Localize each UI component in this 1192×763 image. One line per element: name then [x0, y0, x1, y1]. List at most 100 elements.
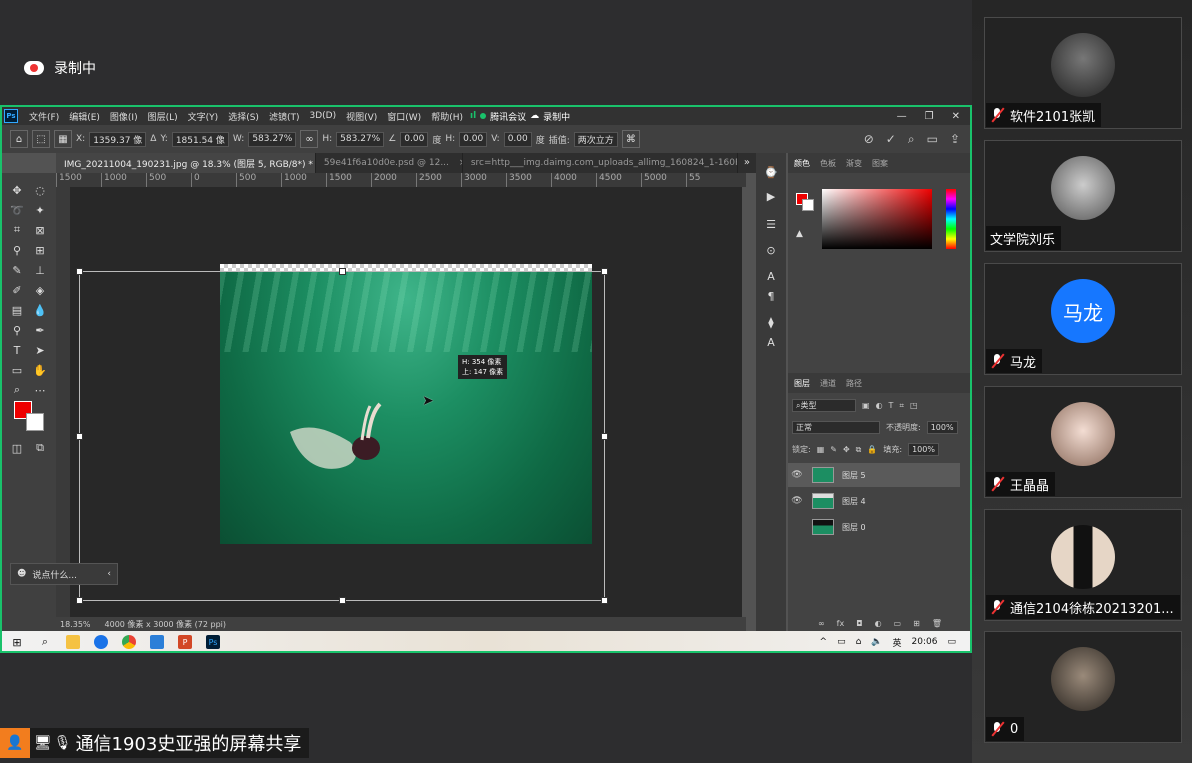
tab-document-1[interactable]: IMG_20211004_190231.jpg @ 18.3% (图层 5, R…: [56, 153, 316, 173]
opacity-field[interactable]: 100%: [926, 421, 958, 434]
mask-icon[interactable]: ◘: [856, 619, 862, 628]
filter-pixel-icon[interactable]: ▣: [862, 401, 870, 410]
participant-tile[interactable]: 王晶晶: [984, 386, 1182, 498]
dodge-tool-icon[interactable]: ⚲: [7, 321, 27, 339]
lock-transparent-icon[interactable]: ▦: [817, 445, 825, 454]
group-icon[interactable]: ▭: [894, 619, 902, 628]
battery-icon[interactable]: ▭: [837, 637, 846, 647]
magic-wand-icon[interactable]: ✦: [30, 201, 50, 219]
volume-icon[interactable]: 🔈: [871, 637, 882, 647]
menu-layer[interactable]: 图层(L): [143, 110, 183, 123]
x-field[interactable]: 1359.37 像: [89, 131, 147, 147]
trash-icon[interactable]: 🗑: [932, 619, 942, 628]
layer-row[interactable]: 👁 图层 4: [788, 489, 960, 513]
input-language[interactable]: 英: [893, 636, 902, 649]
hue-slider[interactable]: [946, 189, 956, 249]
patch-tool-icon[interactable]: ⊞: [30, 241, 50, 259]
tab-channels[interactable]: 通道: [820, 378, 836, 389]
transform-handle[interactable]: [601, 597, 608, 604]
participant-tile[interactable]: 文学院刘乐: [984, 140, 1182, 252]
lock-artboard-icon[interactable]: ⧉: [856, 445, 862, 455]
eyedropper-icon[interactable]: ⚲: [7, 241, 27, 259]
background-color-swatch[interactable]: [26, 413, 44, 431]
transform-handle[interactable]: [76, 268, 83, 275]
menu-file[interactable]: 文件(F): [24, 110, 64, 123]
photoshop-taskbar-icon[interactable]: Ps: [206, 635, 220, 649]
warp-icon[interactable]: ⌘: [621, 130, 640, 148]
menu-select[interactable]: 选择(S): [223, 110, 264, 123]
interpolation-select[interactable]: 两次立方: [573, 131, 618, 147]
more-tabs-icon[interactable]: »: [738, 153, 756, 173]
crop-tool-icon[interactable]: ⌗: [7, 221, 27, 239]
actions-panel-icon[interactable]: ▶: [761, 187, 781, 205]
tab-gradients[interactable]: 渐变: [846, 158, 862, 169]
transform-handle[interactable]: [339, 268, 346, 275]
more-tools-icon[interactable]: ⋯: [30, 381, 50, 399]
workspace-icon[interactable]: ▭: [927, 132, 938, 147]
powerpoint-icon[interactable]: P: [178, 635, 192, 649]
photos-icon[interactable]: [150, 635, 164, 649]
layer-filter-select[interactable]: ⌕ 类型: [792, 399, 856, 412]
chat-input-hint[interactable]: ☻ 说点什么... ‹: [10, 563, 118, 585]
lock-all-icon[interactable]: 🔒: [867, 445, 877, 454]
tab-layers[interactable]: 图层: [794, 378, 810, 389]
transform-handle[interactable]: [76, 433, 83, 440]
transform-bounding-box[interactable]: [76, 268, 608, 604]
lock-pixels-icon[interactable]: ✎: [830, 445, 837, 454]
color-panel-background[interactable]: [802, 199, 814, 211]
filter-smart-icon[interactable]: ◳: [910, 401, 918, 410]
frame-tool-icon[interactable]: ⊠: [30, 221, 50, 239]
quick-mask-icon[interactable]: ◫: [7, 439, 27, 457]
transform-tool-icon[interactable]: ⬚: [32, 130, 50, 148]
menu-image[interactable]: 图像(I): [105, 110, 143, 123]
glyphs-panel-icon[interactable]: ⧫: [761, 313, 781, 331]
commit-transform-icon[interactable]: ✓: [886, 132, 896, 147]
search-icon[interactable]: ⌕: [908, 132, 915, 147]
participant-tile[interactable]: 0: [984, 631, 1182, 743]
link-layers-icon[interactable]: ∞: [818, 619, 825, 628]
edge-icon[interactable]: [94, 635, 108, 649]
layer-row[interactable]: 图层 0: [788, 515, 960, 539]
chevron-up-icon[interactable]: ^: [820, 637, 828, 647]
zoom-level[interactable]: 18.35%: [60, 620, 91, 629]
brush-tool-icon[interactable]: ✎: [7, 261, 27, 279]
transform-handle[interactable]: [76, 597, 83, 604]
angle-field[interactable]: 0.00: [400, 131, 429, 147]
fill-field[interactable]: 100%: [908, 443, 939, 456]
rectangle-tool-icon[interactable]: ▭: [7, 361, 27, 379]
properties-panel-icon[interactable]: ☰: [761, 215, 781, 233]
menu-type[interactable]: 文字(Y): [183, 110, 224, 123]
fx-icon[interactable]: fx: [837, 619, 845, 628]
home-icon[interactable]: ⌂: [10, 130, 28, 148]
blur-tool-icon[interactable]: 💧: [30, 301, 50, 319]
menu-help[interactable]: 帮助(H): [426, 110, 468, 123]
tab-document-3[interactable]: src=http___img.daimg.com_uploads_allimg_…: [463, 153, 738, 173]
participant-tile[interactable]: 通信2104徐栋20213201...: [984, 509, 1182, 621]
filter-shape-icon[interactable]: ⌗: [899, 401, 904, 411]
vskew-field[interactable]: 0.00: [503, 131, 532, 147]
recording-indicator[interactable]: 录制中: [24, 58, 96, 78]
character-panel-icon[interactable]: A: [761, 267, 781, 285]
screen-mode-icon[interactable]: ⧉: [30, 439, 50, 457]
marquee-tool-icon[interactable]: ◌: [30, 181, 50, 199]
filter-type-icon[interactable]: T: [889, 401, 894, 410]
share-icon[interactable]: ⇪: [950, 132, 960, 147]
collapse-icon[interactable]: ‹: [107, 569, 111, 579]
width-field[interactable]: 583.27%: [248, 131, 297, 147]
minimize-icon[interactable]: —: [897, 111, 907, 122]
color-field[interactable]: [822, 189, 932, 249]
hand-tool-icon[interactable]: ✋: [30, 361, 50, 379]
path-select-icon[interactable]: ➤: [30, 341, 50, 359]
tab-patterns[interactable]: 图案: [872, 158, 888, 169]
tab-swatches[interactable]: 色板: [820, 158, 836, 169]
close-icon[interactable]: ✕: [952, 111, 960, 122]
pen-tool-icon[interactable]: ✒: [30, 321, 50, 339]
document-canvas[interactable]: H: 354 像素 上: 147 像素 ➤: [70, 187, 742, 617]
paragraph-panel-icon[interactable]: ¶: [761, 287, 781, 305]
filter-adjust-icon[interactable]: ◐: [876, 401, 883, 410]
meeting-status-chip[interactable]: ıl 腾讯会议 ☁ 录制中: [470, 110, 570, 123]
move-tool-icon[interactable]: ✥: [7, 181, 27, 199]
blend-mode-select[interactable]: 正常: [792, 421, 880, 434]
history-brush-icon[interactable]: ✐: [7, 281, 27, 299]
eye-icon[interactable]: 👁: [788, 496, 806, 506]
